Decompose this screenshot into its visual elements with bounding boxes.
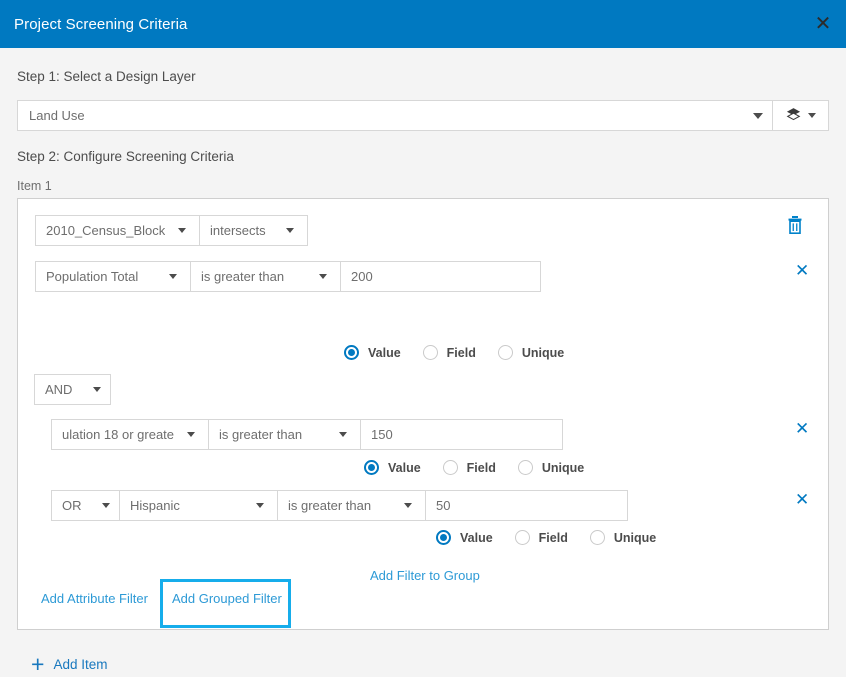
chevron-down-icon: [306, 274, 340, 279]
chevron-down-icon: [753, 113, 763, 119]
chevron-down-icon: [808, 113, 816, 118]
radio-field-2[interactable]: Field: [443, 460, 496, 475]
radio-unique-2[interactable]: Unique: [518, 460, 584, 475]
filter-operator-select-1[interactable]: is greater than: [191, 261, 341, 292]
radio-label: Field: [447, 346, 476, 360]
radio-unique-1[interactable]: Unique: [498, 345, 564, 360]
chevron-down-icon: [93, 503, 119, 508]
conjunction-value-or: OR: [52, 498, 93, 513]
filter-field-select-2[interactable]: ulation 18 or greater: [51, 419, 209, 450]
filter-value-text-2: 150: [361, 427, 403, 442]
chevron-down-icon: [84, 387, 110, 392]
radio-indicator: [423, 345, 438, 360]
radio-indicator: [518, 460, 533, 475]
chevron-down-icon: [391, 503, 425, 508]
filter-operator-value-3: is greater than: [278, 498, 391, 513]
close-icon[interactable]: ✕: [800, 0, 846, 48]
radio-label: Unique: [614, 531, 656, 545]
filter-value-input-1[interactable]: 200: [341, 261, 541, 292]
filter-operator-select-3[interactable]: is greater than: [278, 490, 426, 521]
filter-source-radiogroup-2: Value Field Unique: [364, 460, 584, 475]
add-item-label: Add Item: [53, 657, 107, 672]
plus-icon: +: [31, 653, 44, 676]
radio-label: Field: [539, 531, 568, 545]
chevron-down-icon: [243, 503, 277, 508]
conjunction-value-and: AND: [35, 382, 84, 397]
chevron-down-icon: [326, 432, 360, 437]
filter-field-select-3[interactable]: Hispanic: [120, 490, 278, 521]
dialog-body: Step 1: Select a Design Layer Land Use S…: [0, 48, 846, 632]
filter-value-input-2[interactable]: 150: [361, 419, 563, 450]
radio-label: Value: [460, 531, 493, 545]
item-label: Item 1: [17, 179, 52, 193]
radio-indicator: [590, 530, 605, 545]
radio-field-3[interactable]: Field: [515, 530, 568, 545]
radio-label: Value: [388, 461, 421, 475]
filter-value-text-3: 50: [426, 498, 460, 513]
filter-operator-value-1: is greater than: [191, 269, 306, 284]
step2-label: Step 2: Configure Screening Criteria: [17, 149, 234, 164]
radio-indicator: [515, 530, 530, 545]
radio-label: Value: [368, 346, 401, 360]
spatial-relationship-select[interactable]: intersects: [200, 215, 308, 246]
radio-indicator: [364, 460, 379, 475]
remove-filter-button-2[interactable]: ✕: [795, 420, 809, 437]
design-layer-value: Land Use: [29, 108, 85, 123]
radio-value-2[interactable]: Value: [364, 460, 421, 475]
filter-row-3: OR Hispanic is greater than 50: [51, 490, 628, 521]
layers-icon: [786, 107, 801, 125]
filter-field-value-1: Population Total: [36, 269, 156, 284]
remove-filter-button-3[interactable]: ✕: [795, 491, 809, 508]
conjunction-select-and[interactable]: AND: [34, 374, 111, 405]
trash-icon[interactable]: [786, 215, 804, 238]
radio-indicator: [498, 345, 513, 360]
filter-field-value-3: Hispanic: [120, 498, 243, 513]
radio-label: Field: [467, 461, 496, 475]
add-attribute-filter-link[interactable]: Add Attribute Filter: [41, 591, 148, 606]
radio-indicator: [443, 460, 458, 475]
filter-operator-select-2[interactable]: is greater than: [209, 419, 361, 450]
add-item-button[interactable]: + Add Item: [31, 653, 107, 676]
window-titlebar: Project Screening Criteria ✕: [0, 0, 846, 48]
add-filter-to-group-link[interactable]: Add Filter to Group: [370, 568, 480, 583]
radio-indicator: [344, 345, 359, 360]
radio-value-3[interactable]: Value: [436, 530, 493, 545]
spatial-relationship-value: intersects: [200, 223, 273, 238]
filter-field-value-2: ulation 18 or greater: [52, 427, 174, 442]
design-layer-row: Land Use: [17, 100, 829, 131]
filter-source-radiogroup-1: Value Field Unique: [344, 345, 564, 360]
filter-operator-value-2: is greater than: [209, 427, 326, 442]
radio-indicator: [436, 530, 451, 545]
chevron-down-icon: [273, 228, 307, 233]
radio-label: Unique: [522, 346, 564, 360]
screening-criteria-card: 2010_Census_Blocks intersects Population…: [17, 198, 829, 630]
radio-label: Unique: [542, 461, 584, 475]
spatial-filter-row: 2010_Census_Blocks intersects: [35, 215, 308, 246]
chevron-down-icon: [174, 432, 208, 437]
spatial-layer-select[interactable]: 2010_Census_Blocks: [35, 215, 200, 246]
filter-value-input-3[interactable]: 50: [426, 490, 628, 521]
spatial-layer-value: 2010_Census_Blocks: [36, 223, 165, 238]
add-grouped-filter-link[interactable]: Add Grouped Filter: [172, 591, 282, 606]
filter-row-1: Population Total is greater than 200: [35, 261, 541, 292]
design-layer-select[interactable]: Land Use: [17, 100, 773, 131]
filter-field-select-1[interactable]: Population Total: [35, 261, 191, 292]
radio-field-1[interactable]: Field: [423, 345, 476, 360]
layers-menu-button[interactable]: [773, 100, 829, 131]
filter-source-radiogroup-3: Value Field Unique: [436, 530, 656, 545]
radio-unique-3[interactable]: Unique: [590, 530, 656, 545]
radio-value-1[interactable]: Value: [344, 345, 401, 360]
conjunction-select-or[interactable]: OR: [51, 490, 120, 521]
filter-row-2: ulation 18 or greater is greater than 15…: [51, 419, 563, 450]
remove-filter-button-1[interactable]: ✕: [795, 262, 809, 279]
chevron-down-icon: [165, 228, 199, 233]
step1-label: Step 1: Select a Design Layer: [17, 69, 196, 84]
window-title: Project Screening Criteria: [0, 16, 188, 33]
chevron-down-icon: [156, 274, 190, 279]
filter-value-text-1: 200: [341, 269, 383, 284]
